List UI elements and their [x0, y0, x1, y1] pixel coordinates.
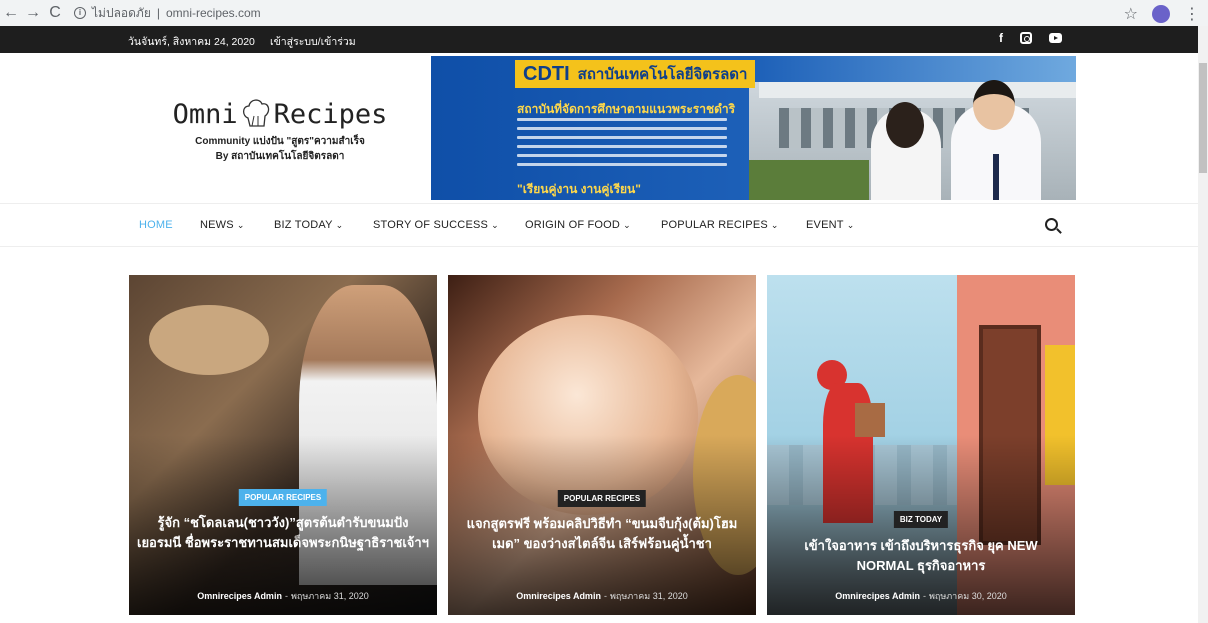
category-badge[interactable]: BIZ TODAY — [893, 511, 949, 528]
article-author[interactable]: Omnirecipes Admin — [516, 591, 601, 601]
nav-biz-today[interactable]: BIZ TODAY ⌄ — [274, 219, 343, 231]
top-bar: วันจันทร์, สิงหาคม 24, 2020 เข้าสู่ระบบ/… — [0, 26, 1198, 53]
meta-separator: - — [922, 591, 926, 601]
nav-home[interactable]: HOME — [139, 219, 173, 231]
banner-body-text — [517, 118, 727, 172]
search-icon[interactable] — [1045, 218, 1058, 231]
chevron-down-icon: ⌄ — [846, 220, 855, 230]
nav-news[interactable]: NEWS ⌄ — [200, 219, 245, 231]
current-date: วันจันทร์, สิงหาคม 24, 2020 — [128, 36, 255, 48]
article-title[interactable]: เข้าใจอาหาร เข้าถึงบริหารธุรกิจ ยุค NEW … — [775, 536, 1067, 576]
article-author[interactable]: Omnirecipes Admin — [197, 591, 282, 601]
logo-tagline: Community แบ่งปัน "สูตร"ความสำเร็จ — [195, 136, 365, 147]
banner-subtitle: สถาบันที่จัดการศึกษาตามแนวพระราชดำริ — [517, 102, 736, 116]
page-scrollbar[interactable] — [1198, 26, 1208, 623]
site-logo[interactable]: Omni Recipes Community แบ่งปัน "สูตร"ควา… — [160, 96, 400, 164]
login-link[interactable]: เข้าสู่ระบบ/เข้าร่วม — [270, 33, 356, 50]
article-card[interactable]: BIZ TODAY เข้าใจอาหาร เข้าถึงบริหารธุรกิ… — [767, 275, 1075, 615]
article-card[interactable]: POPULAR RECIPES รู้จัก “ชโดลเลน(ชาววัง)”… — [129, 275, 437, 615]
category-badge[interactable]: POPULAR RECIPES — [557, 490, 647, 507]
article-card[interactable]: POPULAR RECIPES แจกสูตรฟรี พร้อมคลิปวิธี… — [448, 275, 756, 615]
stollen-bread-image — [149, 305, 269, 375]
nav-popular-recipes[interactable]: POPULAR RECIPES ⌄ — [661, 219, 779, 231]
nav-popular-recipes-label: POPULAR RECIPES — [661, 219, 768, 231]
article-date: พฤษภาคม 30, 2020 — [928, 591, 1007, 601]
banner-brand: CDTI — [523, 62, 570, 85]
url-separator: | — [156, 6, 160, 20]
facebook-icon[interactable]: f — [999, 31, 1003, 45]
article-date: พฤษภาคม 31, 2020 — [609, 591, 688, 601]
article-meta: Omnirecipes Admin - พฤษภาคม 30, 2020 — [767, 589, 1075, 603]
info-icon[interactable]: i — [74, 7, 86, 19]
social-links: f — [999, 31, 1062, 45]
nav-news-label: NEWS — [200, 219, 234, 231]
youtube-icon[interactable] — [1049, 33, 1062, 43]
security-label: ไม่ปลอดภัย — [92, 5, 151, 20]
chevron-down-icon: ⌄ — [623, 220, 631, 230]
main-navigation: HOME NEWS ⌄ BIZ TODAY ⌄ STORY OF SUCCESS ⌄ … — [0, 203, 1198, 247]
nav-story-of-success[interactable]: STORY OF SUCCESS ⌄ — [373, 219, 499, 231]
banner-slogan: "เรียนคู่งาน งานคู่เรียน" — [517, 182, 641, 196]
logo-byline: By สถาบันเทคโนโลยีจิตรลดา — [215, 151, 345, 162]
address-bar[interactable]: i ไม่ปลอดภัย | omni-recipes.com — [74, 4, 261, 23]
meta-separator: - — [603, 591, 607, 601]
category-badge[interactable]: POPULAR RECIPES — [238, 489, 328, 506]
scrollbar-thumb[interactable] — [1199, 63, 1207, 173]
instagram-icon[interactable] — [1020, 32, 1032, 44]
nav-story-of-success-label: STORY OF SUCCESS — [373, 219, 489, 231]
back-icon[interactable]: ← — [0, 4, 22, 22]
article-meta: Omnirecipes Admin - พฤษภาคม 31, 2020 — [129, 589, 437, 603]
food-bag-icon — [855, 403, 885, 437]
meta-separator: - — [284, 591, 288, 601]
chef-hat-icon — [242, 99, 269, 127]
nav-home-label: HOME — [139, 219, 173, 231]
cdti-advertisement-banner[interactable]: CDTI สถาบันเทคโนโลยีจิตรลดา สถาบันที่จัด… — [431, 56, 1076, 200]
logo-text-left: Omni — [172, 99, 238, 130]
article-title[interactable]: รู้จัก “ชโดลเลน(ชาววัง)”สูตรต้นตำรับขนมป… — [137, 513, 429, 553]
profile-avatar[interactable] — [1152, 5, 1170, 23]
chevron-down-icon: ⌄ — [491, 220, 499, 230]
url-text[interactable]: omni-recipes.com — [166, 6, 261, 20]
nav-event[interactable]: EVENT ⌄ — [806, 219, 854, 231]
nav-event-label: EVENT — [806, 219, 844, 231]
chevron-down-icon: ⌄ — [770, 220, 779, 230]
article-date: พฤษภาคม 31, 2020 — [290, 591, 369, 601]
reload-icon[interactable]: C — [44, 4, 66, 22]
nav-origin-of-food-label: ORIGIN OF FOOD — [525, 219, 621, 231]
nav-origin-of-food[interactable]: ORIGIN OF FOOD ⌄ — [525, 219, 631, 231]
chevron-down-icon: ⌄ — [236, 220, 245, 230]
nav-biz-today-label: BIZ TODAY — [274, 219, 333, 231]
banner-institute: สถาบันเทคโนโลยีจิตรลดา — [577, 66, 748, 83]
forward-icon[interactable]: → — [22, 4, 44, 22]
article-title[interactable]: แจกสูตรฟรี พร้อมคลิปวิธีทำ “ขนมจีบกุ้ง(ต… — [456, 514, 748, 554]
browser-toolbar: ← → C i ไม่ปลอดภัย | omni-recipes.com ☆ … — [0, 0, 1208, 26]
chevron-down-icon: ⌄ — [335, 220, 344, 230]
bookmark-star-icon[interactable]: ☆ — [1124, 4, 1138, 24]
banner-header: CDTI สถาบันเทคโนโลยีจิตรลดา — [515, 60, 756, 88]
article-author[interactable]: Omnirecipes Admin — [835, 591, 920, 601]
menu-icon[interactable]: ⋮ — [1184, 4, 1200, 24]
logo-text-right: Recipes — [273, 99, 388, 130]
article-meta: Omnirecipes Admin - พฤษภาคม 31, 2020 — [448, 589, 756, 603]
